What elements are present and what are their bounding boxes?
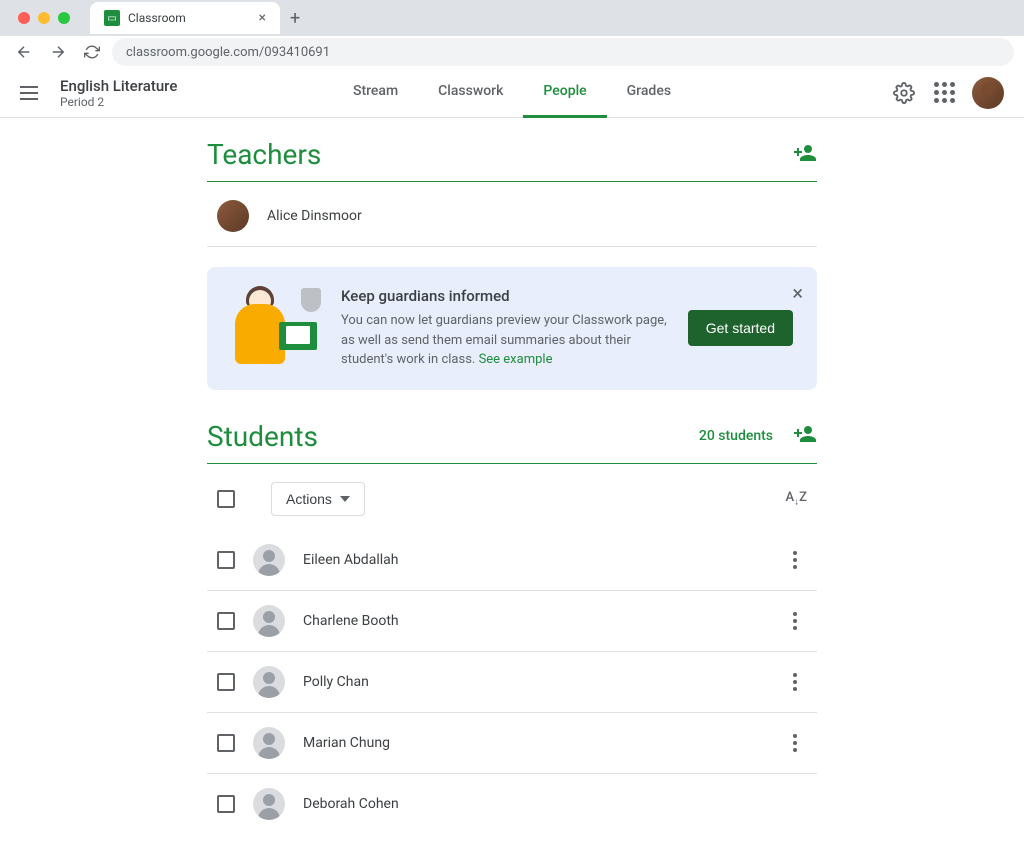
student-row: Charlene Booth <box>207 591 817 652</box>
get-started-button[interactable]: Get started <box>688 310 793 346</box>
student-row: Marian Chung <box>207 713 817 774</box>
teacher-avatar <box>217 200 249 232</box>
student-more-button[interactable] <box>783 734 807 752</box>
settings-button[interactable] <box>892 81 916 105</box>
tab-people[interactable]: People <box>523 68 606 118</box>
student-checkbox[interactable] <box>217 612 235 630</box>
student-more-button[interactable] <box>783 612 807 630</box>
student-checkbox[interactable] <box>217 795 235 813</box>
student-name: Charlene Booth <box>303 613 399 629</box>
class-name: English Literature <box>60 77 177 95</box>
student-row: Deborah Cohen <box>207 774 817 834</box>
banner-close-button[interactable]: × <box>792 281 803 305</box>
student-checkbox[interactable] <box>217 673 235 691</box>
sort-button[interactable]: A↓Z <box>786 490 807 508</box>
guardians-banner: Keep guardians informed You can now let … <box>207 267 817 390</box>
window-controls <box>8 12 80 24</box>
address-bar[interactable]: classroom.google.com/093410691 <box>112 38 1014 66</box>
tab-strip: ▭ Classroom × + <box>0 0 1024 36</box>
student-name: Eileen Abdallah <box>303 552 398 568</box>
teacher-row: Alice Dinsmoor <box>207 186 817 247</box>
maximize-window-icon[interactable] <box>58 12 70 24</box>
tab-close-icon[interactable]: × <box>259 10 266 26</box>
google-apps-button[interactable] <box>932 81 956 105</box>
class-info[interactable]: English Literature Period 2 <box>60 77 177 109</box>
forward-button[interactable] <box>44 38 72 66</box>
banner-body: You can now let guardians preview your C… <box>341 311 668 370</box>
student-avatar <box>253 544 285 576</box>
teachers-title: Teachers <box>207 138 321 171</box>
teachers-header: Teachers <box>207 138 817 182</box>
chevron-down-icon <box>340 496 350 502</box>
select-all-checkbox[interactable] <box>217 490 235 508</box>
students-title: Students <box>207 420 318 453</box>
browser-tab[interactable]: ▭ Classroom × <box>90 2 280 34</box>
tab-grades[interactable]: Grades <box>607 68 691 118</box>
banner-title: Keep guardians informed <box>341 287 668 305</box>
student-name: Marian Chung <box>303 735 390 751</box>
banner-illustration <box>231 288 321 368</box>
student-avatar <box>253 727 285 759</box>
class-subtitle: Period 2 <box>60 95 177 109</box>
student-avatar <box>253 788 285 820</box>
close-window-icon[interactable] <box>18 12 30 24</box>
back-button[interactable] <box>10 38 38 66</box>
students-header: Students 20 students <box>207 420 817 464</box>
students-toolbar: Actions A↓Z <box>207 468 817 530</box>
student-name: Polly Chan <box>303 674 369 690</box>
tab-stream[interactable]: Stream <box>333 68 418 118</box>
nav-tabs: Stream Classwork People Grades <box>333 68 691 118</box>
main-menu-button[interactable] <box>20 81 44 105</box>
student-row: Eileen Abdallah <box>207 530 817 591</box>
classroom-favicon-icon: ▭ <box>104 10 120 26</box>
student-more-button[interactable] <box>783 673 807 691</box>
see-example-link[interactable]: See example <box>479 352 553 367</box>
reload-button[interactable] <box>78 38 106 66</box>
student-count: 20 students <box>699 428 773 444</box>
account-avatar[interactable] <box>972 77 1004 109</box>
new-tab-button[interactable]: + <box>280 8 310 29</box>
invite-teacher-button[interactable] <box>793 141 817 169</box>
student-row: Polly Chan <box>207 652 817 713</box>
main-content: Teachers Alice Dinsmoor ➤ Keep guardians… <box>207 118 817 854</box>
header-right <box>892 77 1004 109</box>
student-avatar <box>253 666 285 698</box>
student-avatar <box>253 605 285 637</box>
student-checkbox[interactable] <box>217 551 235 569</box>
tab-title: Classroom <box>128 11 186 25</box>
address-row: classroom.google.com/093410691 <box>0 36 1024 68</box>
minimize-window-icon[interactable] <box>38 12 50 24</box>
browser-chrome: ▭ Classroom × + classroom.google.com/093… <box>0 0 1024 68</box>
invite-student-button[interactable] <box>793 422 817 450</box>
app-header: English Literature Period 2 Stream Class… <box>0 68 1024 118</box>
student-more-button[interactable] <box>783 551 807 569</box>
actions-dropdown[interactable]: Actions <box>271 482 365 516</box>
tab-classwork[interactable]: Classwork <box>418 68 523 118</box>
teacher-name: Alice Dinsmoor <box>267 208 362 224</box>
url-text: classroom.google.com/093410691 <box>126 45 330 60</box>
student-checkbox[interactable] <box>217 734 235 752</box>
student-name: Deborah Cohen <box>303 796 399 812</box>
